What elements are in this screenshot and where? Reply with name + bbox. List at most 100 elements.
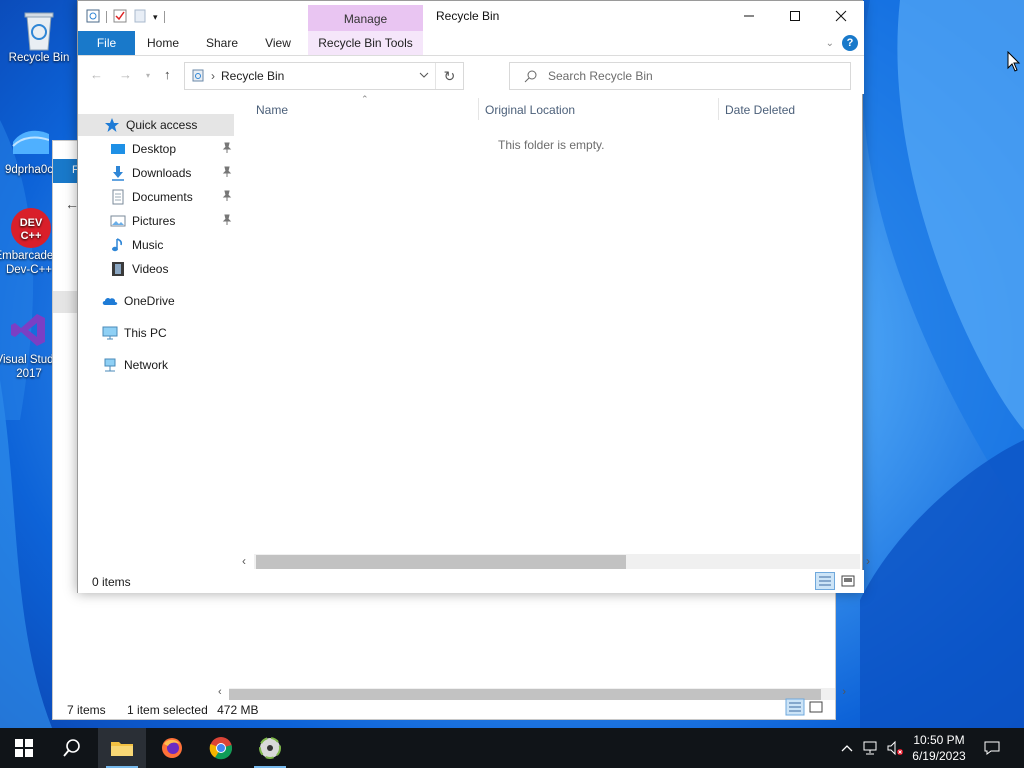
system-clock[interactable]: 10:50 PM 6/19/2023 (906, 732, 972, 764)
action-center-button[interactable] (978, 728, 1006, 768)
refresh-icon[interactable]: ↻ (435, 63, 463, 89)
forward-arrow-icon[interactable]: → (119, 67, 132, 82)
navigation-pane: Quick access Desktop Downloads Documents (78, 94, 236, 564)
scroll-thumb[interactable] (256, 555, 626, 569)
empty-folder-message: This folder is empty. (498, 138, 605, 152)
nav-item-label: This PC (124, 326, 167, 340)
documents-icon (110, 189, 126, 205)
nav-item-onedrive[interactable]: OneDrive (78, 290, 236, 312)
customize-qat-chevron-icon[interactable]: ▾ (153, 12, 158, 23)
taskbar-search-button[interactable] (48, 728, 96, 768)
nav-item-videos[interactable]: Videos (78, 258, 236, 280)
desktop-icon-recycle-bin[interactable]: Recycle Bin (2, 8, 76, 65)
manage-context-header: Manage (308, 5, 423, 31)
scroll-left-icon[interactable]: ‹ (242, 554, 246, 568)
devcpp-icon: DEV C++ (9, 206, 51, 248)
nav-item-label: Documents (132, 190, 193, 204)
search-icon (63, 739, 80, 757)
close-button[interactable] (818, 1, 864, 31)
title-bar[interactable]: ▾ Manage Recycle Bin (78, 1, 864, 31)
bg-view-toggle[interactable] (785, 698, 827, 716)
search-input[interactable] (548, 67, 838, 85)
taskbar-chrome[interactable] (197, 728, 245, 768)
bg-scroll-thumb[interactable] (229, 689, 821, 700)
taskbar-file-explorer[interactable] (98, 728, 146, 768)
visual-studio-icon (9, 310, 49, 350)
navigation-bar: ← → ▾ ↑ › Recycle Bin ↻ (78, 56, 864, 94)
bg-status-bar: 7 items 1 item selected 472 MB (67, 703, 276, 717)
column-divider[interactable] (478, 98, 479, 120)
volume-tray-button[interactable] (884, 728, 906, 768)
start-button[interactable] (0, 728, 48, 768)
recycle-bin-window[interactable]: ▾ Manage Recycle Bin File Home Share Vie… (77, 0, 870, 593)
nav-item-network[interactable]: Network (78, 354, 236, 376)
nav-item-label: Videos (132, 262, 169, 276)
up-arrow-icon[interactable]: ↑ (164, 67, 171, 82)
show-hidden-icons-button[interactable] (838, 728, 856, 768)
network-icon (102, 357, 118, 373)
bg-status-items: 7 items (67, 703, 106, 717)
column-header-name[interactable]: Name (256, 103, 288, 117)
quick-access-toolbar: ▾ (86, 8, 165, 26)
nav-item-downloads[interactable]: Downloads (78, 162, 236, 184)
tab-recycle-bin-tools[interactable]: Recycle Bin Tools (308, 31, 423, 55)
search-box[interactable] (509, 62, 851, 90)
taskbar: 10:50 PM 6/19/2023 (0, 728, 1024, 768)
column-header-date-deleted[interactable]: Date Deleted (725, 103, 795, 117)
clock-date: 6/19/2023 (912, 749, 966, 763)
tab-share[interactable]: Share (200, 31, 244, 55)
scroll-right-icon[interactable]: › (866, 554, 870, 568)
svg-text:C++: C++ (21, 230, 42, 242)
column-header-original-location[interactable]: Original Location (485, 103, 575, 117)
address-bar[interactable]: › Recycle Bin ↻ (184, 62, 464, 90)
downloads-arrow-icon (110, 165, 126, 181)
network-tray-button[interactable] (860, 728, 882, 768)
new-folder-icon[interactable] (133, 9, 147, 26)
ribbon-tabs: File Home Share View Recycle Bin Tools ⌄… (78, 31, 864, 56)
tab-view[interactable]: View (258, 31, 298, 55)
sort-caret-icon: ⌃ (361, 94, 369, 104)
taskbar-firefox[interactable] (148, 728, 196, 768)
tab-home[interactable]: Home (140, 31, 186, 55)
recent-locations-chevron-icon[interactable]: ▾ (146, 71, 150, 80)
bg-file-tab[interactable]: F (53, 159, 79, 183)
desktop-folder-icon (110, 141, 126, 157)
nav-item-documents[interactable]: Documents (78, 186, 236, 208)
column-divider[interactable] (718, 98, 719, 120)
firefox-icon (162, 738, 182, 758)
nav-item-label: OneDrive (124, 294, 175, 308)
bg-scroll-left-icon[interactable]: ‹ (218, 686, 222, 698)
bg-scroll-right-icon[interactable]: › (842, 686, 846, 698)
qat-separator (106, 11, 107, 23)
address-dropdown-chevron-icon[interactable] (419, 69, 429, 83)
maximize-button[interactable] (772, 1, 818, 31)
nav-item-music[interactable]: Music (78, 234, 236, 256)
media-disc-icon (259, 737, 281, 759)
details-view-button[interactable] (815, 572, 835, 590)
nav-item-quick-access[interactable]: Quick access (78, 114, 234, 136)
tab-file[interactable]: File (78, 31, 135, 55)
properties-icon[interactable] (113, 9, 127, 26)
breadcrumb-recycle-bin[interactable]: Recycle Bin (221, 69, 284, 83)
volume-muted-icon (887, 740, 903, 756)
nav-item-label: Desktop (132, 142, 177, 156)
recycle-bin-small-icon[interactable] (86, 9, 100, 26)
file-list[interactable]: ⌃ Name Original Location Date Deleted Th… (236, 94, 862, 564)
minimize-button[interactable] (726, 1, 772, 31)
item-count: 0 items (92, 575, 131, 589)
taskbar-media-app[interactable] (246, 728, 294, 768)
nav-item-pictures[interactable]: Pictures (78, 210, 236, 232)
nav-item-this-pc[interactable]: This PC (78, 322, 236, 344)
nav-item-label: Quick access (126, 118, 198, 132)
back-arrow-icon[interactable]: ← (90, 67, 103, 82)
nav-item-desktop[interactable]: Desktop (78, 138, 236, 160)
large-icons-view-button[interactable] (838, 572, 858, 590)
bg-horizontal-scrollbar[interactable]: ‹ › (218, 686, 846, 700)
music-note-icon (110, 237, 126, 253)
bg-status-size: 472 MB (217, 703, 259, 717)
horizontal-scrollbar[interactable]: ‹ › (242, 554, 870, 569)
desktop-icon-label: Recycle Bin (8, 52, 70, 64)
help-icon[interactable]: ? (842, 35, 858, 51)
mouse-cursor-icon (1007, 51, 1021, 72)
expand-ribbon-chevron-icon[interactable]: ⌄ (826, 38, 834, 49)
